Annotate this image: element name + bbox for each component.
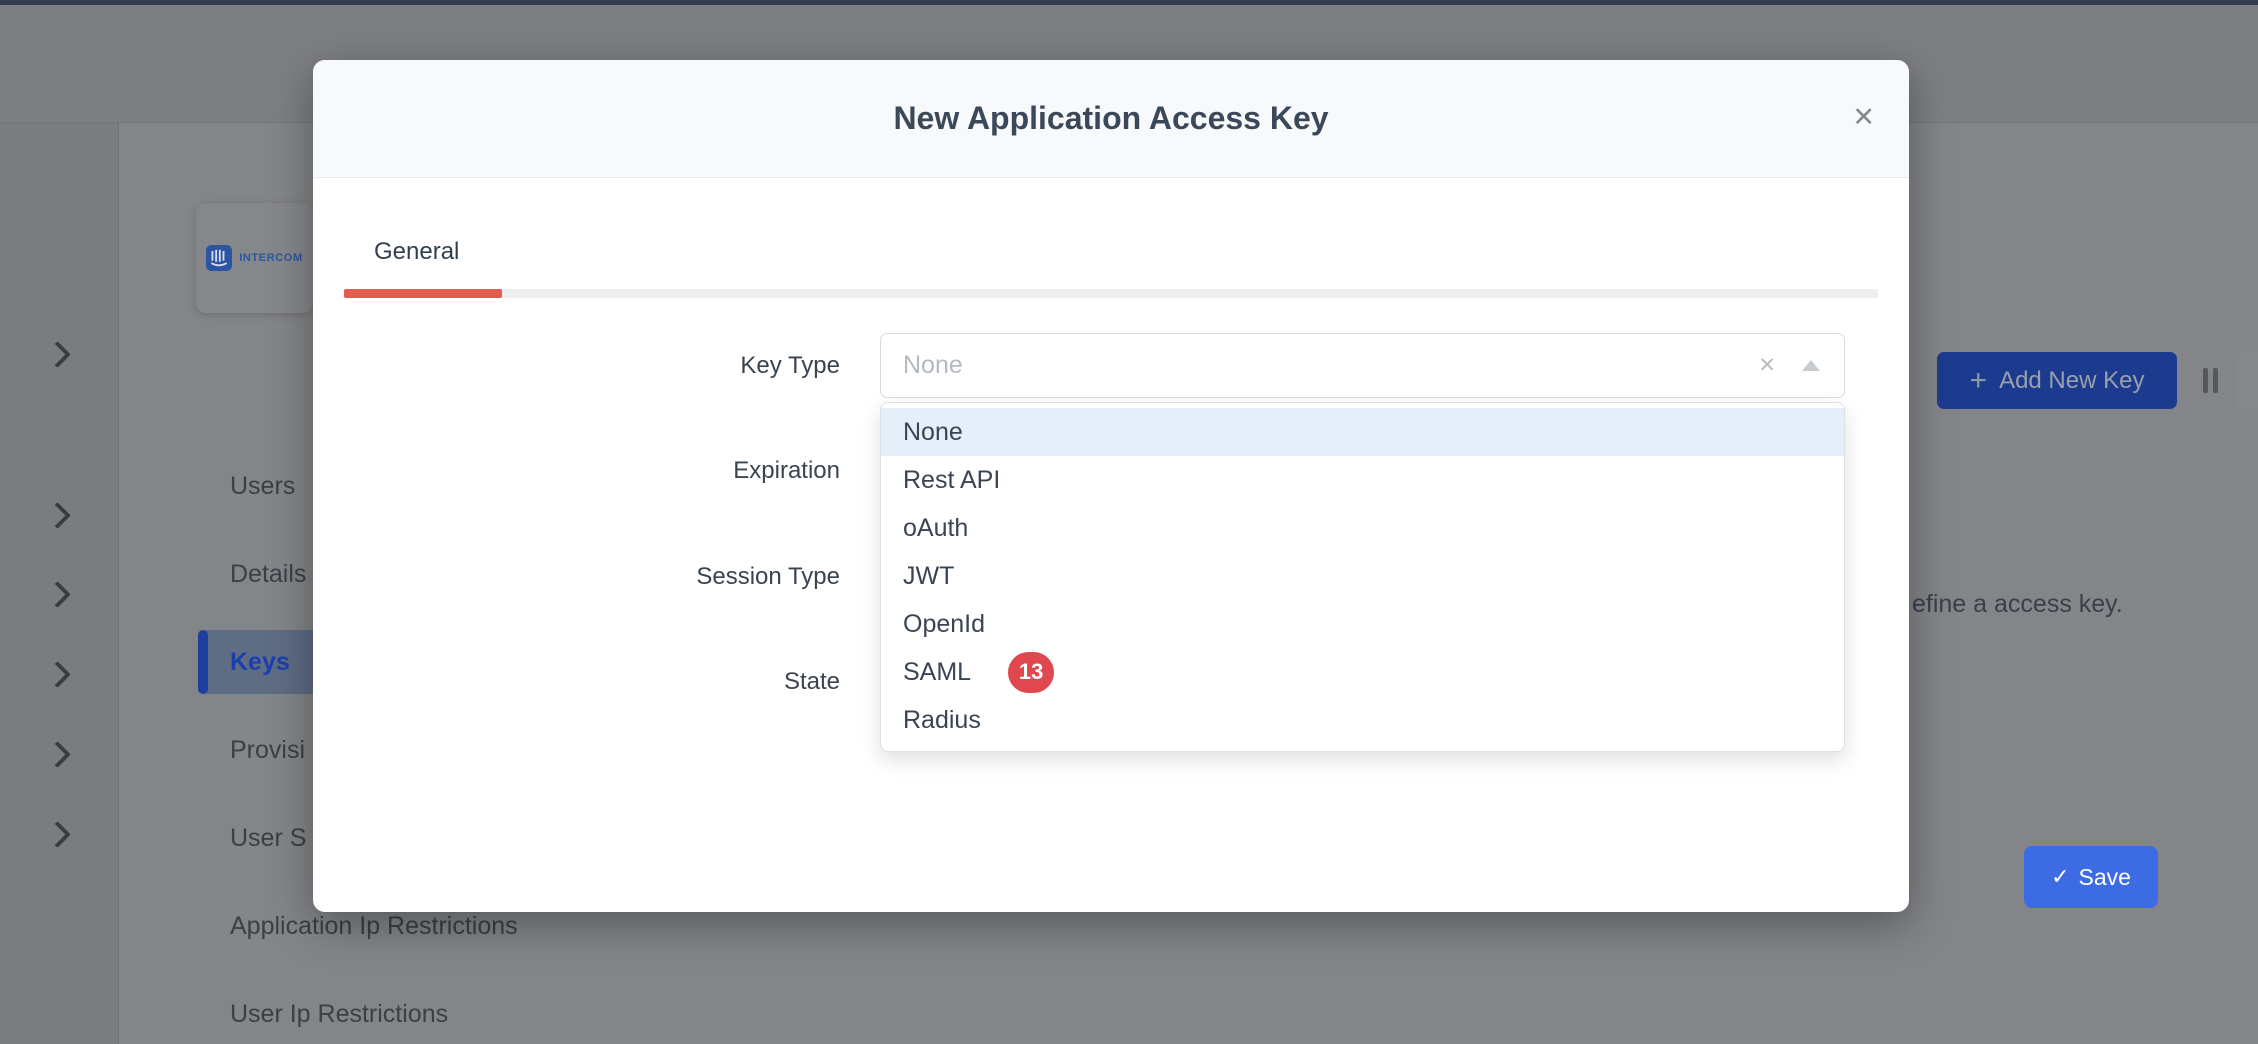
plus-icon: + [1970, 366, 1988, 396]
dropdown-option-oauth[interactable]: oAuth [881, 504, 1844, 552]
access-key-hint-text: efine a access key. [1912, 590, 2123, 619]
dropdown-option-radius[interactable]: Radius [881, 696, 1844, 744]
close-icon[interactable]: ✕ [1852, 104, 1875, 131]
dropdown-option-saml[interactable]: SAML 13 [881, 648, 1844, 696]
option-label: OpenId [903, 600, 985, 648]
sidebar-item-users[interactable]: Users [230, 469, 295, 503]
dropdown-option-openid[interactable]: OpenId [881, 600, 1844, 648]
option-label: Radius [903, 696, 981, 744]
caret-up-icon[interactable] [1802, 360, 1820, 371]
sidebar-item-application-ip-restrictions[interactable]: Application Ip Restrictions [230, 909, 518, 943]
dropdown-option-jwt[interactable]: JWT [881, 552, 1844, 600]
option-label: None [903, 408, 963, 456]
intercom-logo-text: INTERCOM [239, 252, 302, 264]
sidebar-item-keys[interactable]: Keys [230, 645, 290, 679]
modal-title: New Application Access Key [893, 100, 1328, 137]
option-label: SAML [903, 648, 971, 696]
key-type-select[interactable]: None ✕ [880, 333, 1845, 398]
sidebar-item-provisioning[interactable]: Provisi [230, 733, 305, 767]
clipped-side-button[interactable] [2237, 351, 2258, 410]
save-button[interactable]: ✓ Save [2024, 846, 2158, 908]
modal-header: New Application Access Key ✕ [313, 60, 1909, 178]
intercom-logo-card: INTERCOM [196, 203, 313, 313]
save-label: Save [2079, 864, 2131, 891]
new-access-key-modal: New Application Access Key ✕ General Key… [313, 60, 1909, 912]
add-new-key-label: Add New Key [1999, 367, 2144, 395]
intercom-icon [206, 245, 232, 271]
checkmark-icon: ✓ [2051, 866, 2069, 888]
sidebar-item-user-sessions[interactable]: User S [230, 821, 306, 855]
key-type-label: Key Type [344, 350, 840, 382]
dropdown-option-rest-api[interactable]: Rest API [881, 456, 1844, 504]
tab-progress-track [344, 289, 1878, 298]
saml-count-badge: 13 [1008, 652, 1054, 693]
sidebar-item-user-ip-restrictions[interactable]: User Ip Restrictions [230, 997, 448, 1031]
active-nav-indicator [198, 630, 208, 694]
clear-icon[interactable]: ✕ [1758, 353, 1776, 378]
add-new-key-button[interactable]: + Add New Key [1937, 352, 2177, 409]
sidebar-item-details[interactable]: Details [230, 557, 306, 591]
option-label: oAuth [903, 504, 968, 552]
option-label: Rest API [903, 456, 1000, 504]
option-label: JWT [903, 552, 954, 600]
tab-general[interactable]: General [374, 238, 459, 266]
key-type-select-value: None [903, 351, 1758, 380]
page: INTERCOM Users Details Keys Provisi User… [0, 0, 2258, 1044]
tab-active-underline [344, 289, 502, 298]
expiration-label: Expiration [344, 455, 840, 487]
column-divider-icon[interactable] [2203, 368, 2218, 393]
dropdown-option-none[interactable]: None [881, 408, 1844, 456]
session-type-label: Session Type [344, 561, 840, 593]
key-type-dropdown: None Rest API oAuth JWT OpenId SAML 13 R… [880, 402, 1845, 752]
state-label: State [344, 666, 840, 698]
